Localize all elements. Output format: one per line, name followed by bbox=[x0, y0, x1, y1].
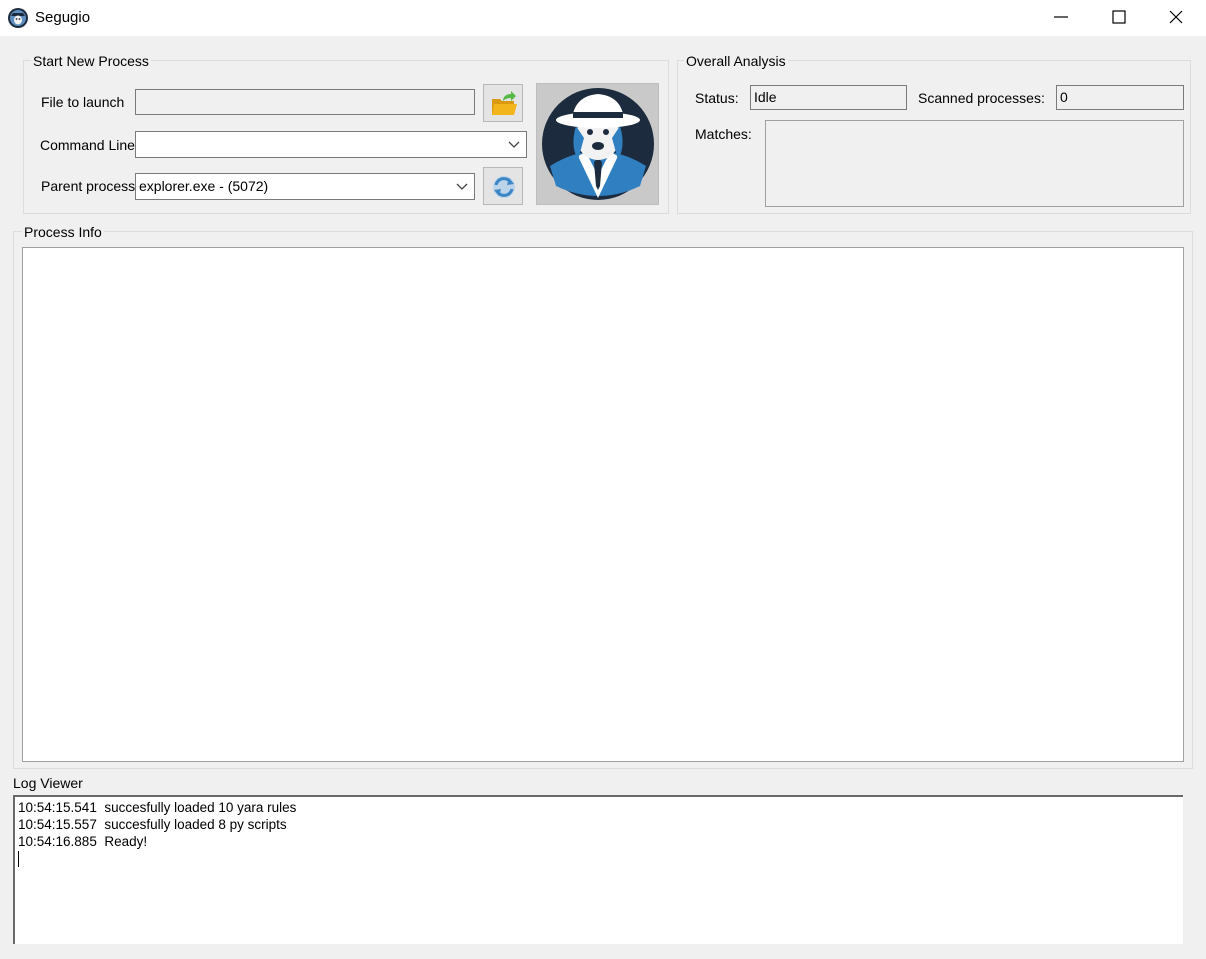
text-caret bbox=[18, 850, 1180, 871]
maximize-button[interactable] bbox=[1091, 0, 1147, 34]
close-icon bbox=[1169, 10, 1183, 24]
matches-label: Matches: bbox=[695, 126, 752, 142]
maximize-icon bbox=[1112, 10, 1126, 24]
start-process-group-title: Start New Process bbox=[31, 53, 151, 69]
chevron-down-icon bbox=[508, 141, 520, 148]
log-line: 10:54:15.557 succesfully loaded 8 py scr… bbox=[18, 817, 287, 832]
title-bar: Segugio bbox=[0, 0, 1206, 36]
matches-field bbox=[765, 120, 1184, 207]
log-viewer-label: Log Viewer bbox=[13, 775, 83, 791]
log-viewer-textarea[interactable]: 10:54:15.541 succesfully loaded 10 yara … bbox=[13, 795, 1183, 944]
detective-dog-logo bbox=[536, 83, 659, 205]
segugio-dog-icon bbox=[8, 8, 28, 28]
browse-file-button[interactable] bbox=[483, 84, 523, 122]
overall-analysis-group-title: Overall Analysis bbox=[684, 53, 788, 69]
status-field: Idle bbox=[750, 85, 907, 110]
process-info-panel[interactable] bbox=[22, 247, 1184, 762]
parent-process-combo[interactable]: explorer.exe - (5072) bbox=[135, 173, 475, 200]
scanned-processes-label: Scanned processes: bbox=[918, 90, 1045, 106]
minimize-button[interactable] bbox=[1033, 0, 1089, 34]
refresh-icon bbox=[493, 176, 515, 198]
command-line-combo[interactable] bbox=[135, 131, 527, 158]
scanned-processes-field: 0 bbox=[1056, 85, 1184, 110]
close-button[interactable] bbox=[1148, 0, 1204, 34]
minimize-icon bbox=[1054, 16, 1068, 18]
status-label: Status: bbox=[695, 90, 739, 106]
log-line: 10:54:16.885 Ready! bbox=[18, 834, 148, 849]
refresh-button[interactable] bbox=[483, 167, 523, 205]
window-title: Segugio bbox=[35, 9, 91, 26]
chevron-down-icon bbox=[456, 183, 468, 190]
process-info-group-title: Process Info bbox=[22, 224, 104, 240]
parent-process-value: explorer.exe - (5072) bbox=[139, 178, 269, 194]
file-to-launch-label: File to launch bbox=[41, 94, 125, 110]
open-folder-icon bbox=[492, 91, 517, 115]
command-line-label: Command Line bbox=[40, 137, 135, 153]
log-line: 10:54:15.541 succesfully loaded 10 yara … bbox=[18, 800, 297, 815]
file-to-launch-field[interactable] bbox=[135, 89, 475, 115]
parent-process-label: Parent process bbox=[41, 178, 136, 194]
